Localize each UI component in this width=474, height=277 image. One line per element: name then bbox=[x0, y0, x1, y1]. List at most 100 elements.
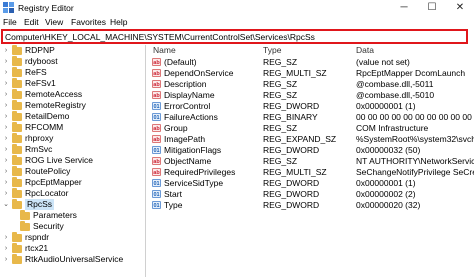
value-row[interactable]: 01 MitigationFlags REG_DWORD 0x00000032 (50… bbox=[149, 145, 474, 156]
binary-value-icon: 01 bbox=[152, 113, 161, 121]
tree-item[interactable]: › RemoteAccess bbox=[0, 89, 145, 100]
value-row[interactable]: ab Group REG_SZ COM Infrastructure bbox=[149, 123, 474, 134]
folder-open-icon bbox=[12, 199, 22, 209]
chevron-right-icon[interactable]: › bbox=[2, 111, 10, 122]
tree-item[interactable]: Security bbox=[0, 221, 145, 232]
string-value-icon: ab bbox=[152, 135, 161, 143]
tree-item[interactable]: › rhproxy bbox=[0, 133, 145, 144]
menu-help[interactable]: Help bbox=[110, 17, 127, 27]
tree-item-label: RmSvc bbox=[25, 144, 53, 154]
tree-item-label: RDPNP bbox=[25, 45, 55, 55]
chevron-right-icon[interactable]: › bbox=[2, 166, 10, 177]
chevron-right-icon[interactable]: › bbox=[2, 232, 10, 243]
address-bar[interactable]: Computer\HKEY_LOCAL_MACHINE\SYSTEM\Curre… bbox=[1, 29, 468, 44]
tree-item-label: ReFS bbox=[25, 67, 47, 77]
value-row[interactable]: ab (Default) REG_SZ (value not set) bbox=[149, 57, 474, 68]
chevron-right-icon[interactable]: › bbox=[2, 254, 10, 265]
string-value-icon: ab bbox=[152, 168, 161, 176]
value-row[interactable]: ab ObjectName REG_SZ NT AUTHORITY\NetworkSe… bbox=[149, 156, 474, 167]
tree-item[interactable]: › RoutePolicy bbox=[0, 166, 145, 177]
chevron-right-icon[interactable]: › bbox=[2, 78, 10, 89]
value-row[interactable]: 01 Type REG_DWORD 0x00000020 (32) bbox=[149, 200, 474, 211]
value-name: Description bbox=[164, 79, 207, 89]
value-data: @combase.dll,-5011 bbox=[356, 79, 434, 89]
column-header-name[interactable]: Name bbox=[153, 45, 176, 55]
minimize-button[interactable]: ─ bbox=[394, 0, 414, 16]
column-header-data[interactable]: Data bbox=[356, 45, 374, 55]
chevron-right-icon[interactable]: › bbox=[2, 133, 10, 144]
folder-icon bbox=[12, 188, 22, 198]
value-type: REG_MULTI_SZ bbox=[263, 167, 327, 177]
folder-icon bbox=[12, 111, 22, 121]
tree-item[interactable]: › rspndr bbox=[0, 232, 145, 243]
chevron-right-icon[interactable]: › bbox=[2, 144, 10, 155]
tree-item[interactable]: › RmSvc bbox=[0, 144, 145, 155]
value-row[interactable]: 01 FailureActions REG_BINARY 00 00 00 00 00… bbox=[149, 112, 474, 123]
value-name: ServiceSidType bbox=[164, 178, 224, 188]
value-data: RpcEptMapper DcomLaunch bbox=[356, 68, 466, 78]
menu-edit[interactable]: Edit bbox=[24, 17, 39, 27]
tree-item[interactable]: › ROG Live Service bbox=[0, 155, 145, 166]
chevron-right-icon[interactable]: › bbox=[2, 177, 10, 188]
folder-icon bbox=[12, 100, 22, 110]
menu-view[interactable]: View bbox=[45, 17, 63, 27]
address-path: Computer\HKEY_LOCAL_MACHINE\SYSTEM\Curre… bbox=[5, 32, 315, 42]
value-name: Start bbox=[164, 189, 182, 199]
value-row[interactable]: ab Description REG_SZ @combase.dll,-5011 bbox=[149, 79, 474, 90]
menu-file[interactable]: File bbox=[3, 17, 17, 27]
chevron-right-icon[interactable]: › bbox=[2, 100, 10, 111]
tree-item[interactable]: › rdyboost bbox=[0, 56, 145, 67]
column-header-type[interactable]: Type bbox=[263, 45, 281, 55]
string-value-icon: ab bbox=[152, 58, 161, 66]
folder-icon bbox=[12, 45, 22, 55]
value-row[interactable]: 01 Start REG_DWORD 0x00000002 (2) bbox=[149, 189, 474, 200]
value-row[interactable]: ab DisplayName REG_SZ @combase.dll,-5010 bbox=[149, 90, 474, 101]
tree-item[interactable]: › RtkAudioUniversalService bbox=[0, 254, 145, 265]
value-data: SeChangeNotifyPrivilege SeCreateG bbox=[356, 167, 474, 177]
chevron-right-icon[interactable]: › bbox=[2, 243, 10, 254]
chevron-right-icon[interactable]: › bbox=[2, 45, 10, 56]
value-name: DependOnService bbox=[164, 68, 234, 78]
tree-item[interactable]: › RFCOMM bbox=[0, 122, 145, 133]
value-row[interactable]: ab DependOnService REG_MULTI_SZ RpcEptMappe… bbox=[149, 68, 474, 79]
chevron-right-icon[interactable]: › bbox=[2, 122, 10, 133]
tree-item[interactable]: › RDPNP bbox=[0, 45, 145, 56]
string-value-icon: ab bbox=[152, 69, 161, 77]
tree-item-label: rtcx21 bbox=[25, 243, 49, 253]
value-name: Group bbox=[164, 123, 188, 133]
tree-item-selected[interactable]: ⌄ RpcSs bbox=[0, 199, 145, 210]
chevron-down-icon[interactable]: ⌄ bbox=[2, 199, 10, 210]
value-name: RequiredPrivileges bbox=[164, 167, 236, 177]
tree-item[interactable]: › rtcx21 bbox=[0, 243, 145, 254]
binary-value-icon: 01 bbox=[152, 102, 161, 110]
tree-item[interactable]: › ReFS bbox=[0, 67, 145, 78]
chevron-right-icon[interactable]: › bbox=[2, 188, 10, 199]
value-row[interactable]: 01 ServiceSidType REG_DWORD 0x00000001 (1) bbox=[149, 178, 474, 189]
chevron-right-icon[interactable]: › bbox=[2, 67, 10, 78]
value-type: REG_DWORD bbox=[263, 145, 320, 155]
value-row[interactable]: ab ImagePath REG_EXPAND_SZ %SystemRoot%\sys… bbox=[149, 134, 474, 145]
maximize-button[interactable]: ☐ bbox=[422, 0, 442, 16]
tree-item[interactable]: Parameters bbox=[0, 210, 145, 221]
tree-item[interactable]: › ReFSv1 bbox=[0, 78, 145, 89]
value-name: Type bbox=[164, 200, 183, 210]
tree-item-label: RpcEptMapper bbox=[25, 177, 82, 187]
chevron-right-icon[interactable]: › bbox=[2, 89, 10, 100]
value-name: ErrorControl bbox=[164, 101, 211, 111]
chevron-right-icon[interactable]: › bbox=[2, 56, 10, 67]
chevron-right-icon[interactable]: › bbox=[2, 155, 10, 166]
tree-item[interactable]: › RemoteRegistry bbox=[0, 100, 145, 111]
folder-icon bbox=[12, 254, 22, 264]
tree-item[interactable]: › RetailDemo bbox=[0, 111, 145, 122]
value-type: REG_SZ bbox=[263, 156, 298, 166]
value-data: 0x00000001 (1) bbox=[356, 101, 416, 111]
value-row[interactable]: 01 ErrorControl REG_DWORD 0x00000001 (1) bbox=[149, 101, 474, 112]
menu-favorites[interactable]: Favorites bbox=[71, 17, 106, 27]
tree-item[interactable]: › RpcEptMapper bbox=[0, 177, 145, 188]
value-type: REG_DWORD bbox=[263, 200, 320, 210]
value-data: 0x00000001 (1) bbox=[356, 178, 416, 188]
close-button[interactable]: ✕ bbox=[450, 0, 470, 16]
tree-item[interactable]: › RpcLocator bbox=[0, 188, 145, 199]
value-row[interactable]: ab RequiredPrivileges REG_MULTI_SZ SeChange… bbox=[149, 167, 474, 178]
menu-bar: File Edit View Favorites Help bbox=[0, 16, 474, 29]
